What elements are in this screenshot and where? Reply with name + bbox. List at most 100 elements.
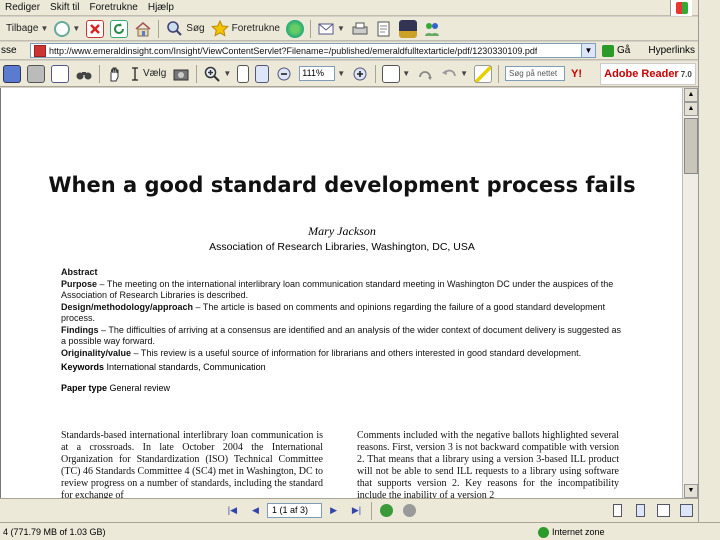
abstract-block: Abstract Purpose – The meeting on the in… bbox=[61, 267, 627, 359]
address-url[interactable]: http://www.emeraldinsight.com/Insight/Vi… bbox=[49, 46, 537, 56]
email-pdf-button[interactable] bbox=[48, 63, 72, 85]
zoom-level[interactable]: 111% ▼ bbox=[296, 63, 348, 85]
continuous-facing-button[interactable] bbox=[678, 502, 695, 520]
scroll-up-icon[interactable]: ▲ bbox=[684, 102, 698, 116]
last-page-button[interactable]: ▶| bbox=[348, 502, 365, 520]
actual-size-button[interactable] bbox=[234, 63, 252, 85]
toolbar-separator bbox=[371, 501, 372, 520]
forward-button[interactable]: ▼ bbox=[51, 18, 83, 40]
highlighter-icon bbox=[474, 64, 493, 83]
favorites-label: Foretrukne bbox=[231, 23, 280, 34]
scroll-down-icon[interactable]: ▼ bbox=[684, 484, 698, 498]
home-button[interactable] bbox=[131, 18, 155, 40]
previous-view-button[interactable] bbox=[378, 502, 395, 520]
text-cursor-icon bbox=[130, 65, 140, 83]
chevron-down-icon: ▼ bbox=[402, 69, 411, 78]
favorites-button[interactable]: Foretrukne bbox=[208, 18, 283, 40]
zoom-input[interactable]: 111% bbox=[299, 66, 336, 81]
snapshot-button[interactable] bbox=[169, 63, 193, 85]
adobe-reader-version: 7.0 bbox=[680, 69, 692, 79]
internet-globe-icon bbox=[538, 526, 549, 538]
address-label: sse bbox=[1, 45, 17, 56]
chevron-down-icon[interactable]: ▼ bbox=[337, 69, 345, 78]
save-copy-button[interactable] bbox=[0, 63, 24, 85]
zoom-out-button[interactable] bbox=[272, 63, 296, 85]
go-button[interactable]: Gå bbox=[602, 44, 630, 57]
yahoo-button[interactable]: Y! bbox=[568, 63, 585, 85]
next-page-icon: ▶ bbox=[330, 505, 337, 515]
page-layout-button[interactable]: ▼ bbox=[379, 63, 413, 85]
undo-button[interactable]: ▼ bbox=[437, 63, 471, 85]
status-text: 4 (771.79 MB of 1.03 GB) bbox=[3, 526, 106, 537]
previous-page-button[interactable]: ◀ bbox=[247, 502, 264, 520]
stop-button[interactable] bbox=[83, 18, 107, 40]
scrollbar-thumb[interactable] bbox=[684, 118, 698, 174]
media-button[interactable] bbox=[283, 18, 307, 40]
discuss-button[interactable] bbox=[396, 18, 420, 40]
adobe-reader-logo[interactable]: Adobe Reader 7.0 bbox=[600, 63, 696, 85]
links-toolbar-label[interactable]: Hyperlinks bbox=[648, 45, 695, 56]
menu-item-help[interactable]: Hjælp bbox=[143, 2, 179, 13]
acrobat-toolbar: Vælg ▼ 111% ▼ ▼ ▼ Søg på nettet Y! Adobe… bbox=[0, 61, 720, 87]
search-button[interactable]: Søg bbox=[162, 18, 207, 40]
pdf-page: When a good standard development process… bbox=[5, 88, 679, 498]
next-page-button[interactable]: ▶ bbox=[325, 502, 342, 520]
hand-tool-button[interactable] bbox=[103, 63, 127, 85]
fit-page-button[interactable] bbox=[252, 63, 272, 85]
facing-button[interactable] bbox=[655, 502, 672, 520]
highlighter-button[interactable] bbox=[471, 63, 495, 85]
menu-item-goto[interactable]: Skift til bbox=[45, 2, 84, 13]
article-title: When a good standard development process… bbox=[48, 173, 636, 197]
zoom-in-plus-button[interactable] bbox=[348, 63, 372, 85]
rotate-icon bbox=[416, 65, 434, 83]
document-viewport[interactable]: When a good standard development process… bbox=[0, 88, 682, 498]
address-input[interactable]: http://www.emeraldinsight.com/Insight/Vi… bbox=[30, 43, 596, 58]
menu-item-edit[interactable]: Rediger bbox=[0, 2, 45, 13]
toolbar-separator bbox=[309, 19, 311, 38]
first-page-button[interactable]: |◀ bbox=[224, 502, 241, 520]
previous-page-icon: ◀ bbox=[251, 505, 259, 515]
web-search-input[interactable]: Søg på nettet bbox=[505, 66, 566, 81]
discuss-icon bbox=[398, 19, 417, 38]
camera-icon bbox=[172, 65, 190, 83]
single-page-button[interactable] bbox=[609, 502, 626, 520]
browser-side-gutter bbox=[698, 0, 720, 540]
mail-button[interactable]: ▼ bbox=[314, 18, 348, 40]
vertical-scrollbar[interactable]: ▲ ▲ ▼ bbox=[682, 88, 698, 498]
abstract-purpose: Purpose – The meeting on the internation… bbox=[61, 278, 614, 301]
page-number-input[interactable]: 1 (1 af 3) bbox=[266, 503, 323, 518]
toolbar-separator bbox=[158, 19, 160, 38]
menu-item-favorites[interactable]: Foretrukne bbox=[84, 2, 142, 13]
continuous-button[interactable] bbox=[632, 502, 649, 520]
star-icon bbox=[210, 19, 229, 38]
find-button[interactable] bbox=[72, 63, 96, 85]
select-tool-button[interactable]: Vælg bbox=[127, 63, 169, 85]
toolbar-separator bbox=[99, 64, 100, 83]
next-view-button[interactable] bbox=[401, 502, 418, 520]
forward-arrow-icon bbox=[54, 20, 71, 37]
scroll-up-icon[interactable]: ▲ bbox=[684, 88, 698, 102]
edit-button[interactable] bbox=[372, 18, 396, 40]
print-button[interactable] bbox=[348, 18, 372, 40]
messenger-button[interactable] bbox=[420, 18, 444, 40]
zoom-in-button[interactable]: ▼ bbox=[200, 63, 234, 85]
web-search[interactable]: Søg på nettet bbox=[502, 63, 568, 85]
print-pdf-button[interactable] bbox=[24, 63, 48, 85]
refresh-button[interactable] bbox=[107, 18, 131, 40]
printer-icon bbox=[351, 20, 369, 38]
toolbar-separator bbox=[375, 64, 377, 83]
back-button[interactable]: Tilbage ▼ bbox=[0, 18, 51, 40]
adobe-reader-brand: Adobe Reader bbox=[604, 68, 679, 80]
facing-icon bbox=[657, 504, 671, 517]
toolbar-separator bbox=[196, 64, 198, 83]
undo-icon bbox=[440, 65, 458, 83]
abstract-design: Design/methodology/approach – The articl… bbox=[61, 301, 606, 324]
keywords-line: Keywords International standards, Commun… bbox=[61, 362, 266, 372]
hand-icon bbox=[106, 65, 124, 83]
document-edit-icon bbox=[375, 20, 393, 38]
chevron-down-icon[interactable]: ▼ bbox=[581, 44, 595, 57]
rotate-button[interactable] bbox=[413, 63, 437, 85]
continuous-facing-icon bbox=[680, 504, 694, 517]
binoculars-icon bbox=[75, 65, 93, 83]
last-page-icon: ▶| bbox=[351, 505, 362, 515]
